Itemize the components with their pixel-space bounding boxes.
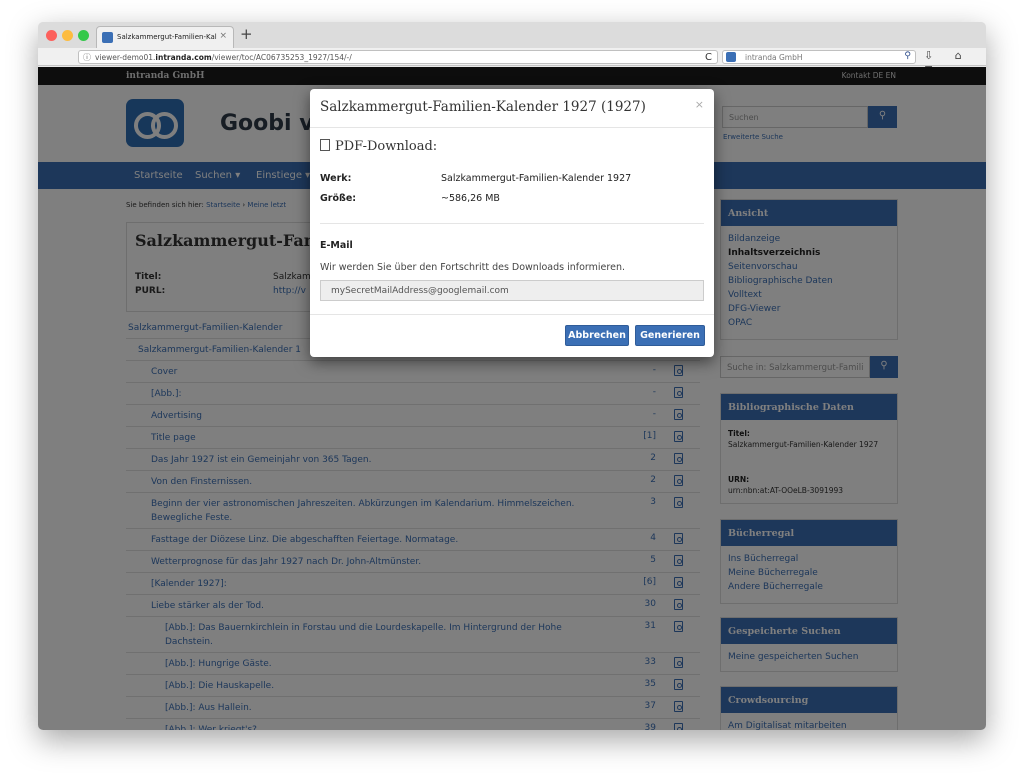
werk-label: Werk: (320, 173, 352, 184)
pdf-icon (320, 139, 330, 151)
size-value: ~586,26 MB (441, 193, 500, 204)
email-help-text: Wir werden Sie über den Fortschritt des … (320, 262, 625, 273)
browser-window: Salzkammergut-Familien-Kal × + ⓘ viewer-… (38, 22, 986, 730)
werk-value: Salzkammergut-Familien-Kalender 1927 (441, 173, 632, 184)
info-icon[interactable]: ⓘ (83, 52, 91, 63)
pdf-download-modal: Salzkammergut-Familien-Kalender 1927 (19… (310, 89, 714, 357)
search-engine-icon (726, 52, 736, 62)
url-prefix: viewer-demo01. (95, 53, 156, 62)
tab-title: Salzkammergut-Familien-Kal (117, 33, 217, 41)
browser-search-box[interactable]: intranda GmbH ⚲ (722, 50, 916, 64)
close-tab-icon[interactable]: × (219, 31, 227, 41)
url-host: intranda.com (155, 53, 212, 62)
reload-icon[interactable]: C (705, 52, 712, 63)
maximize-window-button[interactable] (78, 30, 89, 41)
minimize-window-button[interactable] (62, 30, 73, 41)
close-window-button[interactable] (46, 30, 57, 41)
email-field[interactable]: mySecretMailAddress@googlemail.com (320, 280, 704, 301)
close-icon[interactable]: × (695, 98, 704, 111)
navigation-bar: ⓘ viewer-demo01.intranda.com/viewer/toc/… (38, 48, 986, 75)
url-path: /viewer/toc/AC06735253_1927/154/-/ (211, 53, 352, 62)
search-icon[interactable]: ⚲ (904, 51, 911, 61)
tab-strip: Salzkammergut-Familien-Kal × + (38, 22, 986, 48)
generate-button[interactable]: Generieren (635, 325, 705, 346)
size-label: Größe: (320, 193, 357, 204)
pdf-download-heading: PDF-Download: (320, 138, 437, 154)
address-bar[interactable]: ⓘ viewer-demo01.intranda.com/viewer/toc/… (78, 50, 718, 64)
pdf-download-label: PDF-Download: (335, 139, 438, 154)
modal-divider (320, 223, 704, 224)
search-engine-label: intranda GmbH (745, 53, 803, 62)
new-tab-button[interactable]: + (240, 25, 253, 43)
browser-tab[interactable]: Salzkammergut-Familien-Kal × (96, 26, 234, 48)
email-label: E-Mail (320, 240, 353, 251)
favicon-icon (102, 32, 113, 43)
modal-divider (310, 314, 714, 315)
modal-divider (310, 127, 714, 128)
cancel-button[interactable]: Abbrechen (565, 325, 629, 346)
page-content: intranda GmbH Kontakt DE EN Goobi vie Su… (38, 67, 986, 730)
modal-title: Salzkammergut-Familien-Kalender 1927 (19… (320, 99, 646, 115)
